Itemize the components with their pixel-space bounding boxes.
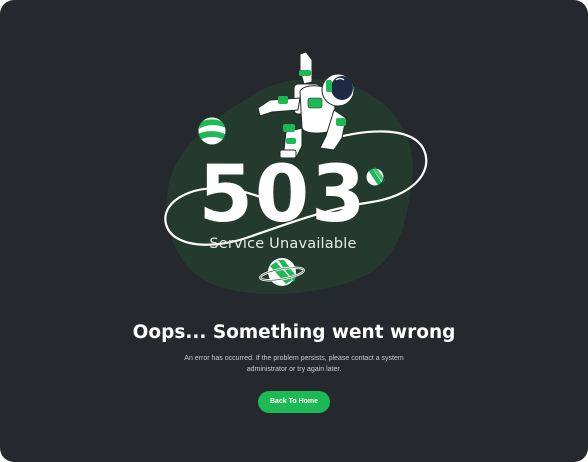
error-code: 503 (198, 150, 368, 240)
error-status: Service Unavailable (209, 236, 357, 252)
back-to-home-button[interactable]: Back To Home (258, 391, 330, 413)
planet-icon (197, 116, 227, 146)
error-message: An error has occurred. If the problem pe… (184, 355, 404, 373)
page-title: Oops... Something went wrong (132, 322, 456, 343)
error-card: 503 Service Unavailable Oops... Somethin… (0, 0, 588, 462)
